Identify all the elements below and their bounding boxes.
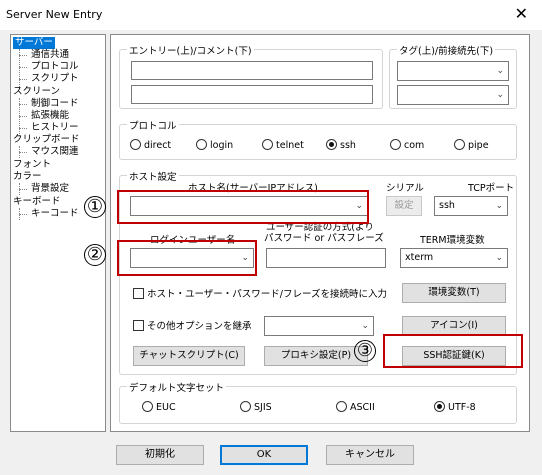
- protocol-com-radio[interactable]: com: [390, 139, 424, 151]
- protocol-telnet-radio[interactable]: telnet: [262, 139, 304, 151]
- settings-tree[interactable]: サーバー 通信共通 プロトコル スクリプト スクリーン 制御コード 拡張機能 ヒ…: [10, 34, 106, 432]
- annotation-three: ③: [354, 340, 376, 362]
- tag-group-label: タグ(上)/前接続先(下): [397, 43, 496, 57]
- protocol-login-radio[interactable]: login: [196, 139, 233, 151]
- window-title: Server New Entry: [6, 8, 103, 21]
- tree-item-control-code[interactable]: 制御コード: [31, 98, 79, 110]
- tree-item-protocol[interactable]: プロトコル: [31, 61, 79, 73]
- tree-item-common[interactable]: 通信共通: [31, 49, 69, 61]
- radio-selected-icon: [434, 401, 445, 412]
- checkbox-icon: [133, 320, 144, 331]
- charset-euc-label: EUC: [156, 402, 176, 413]
- entry-group-label: エントリー(上)/コメント(下): [127, 43, 254, 57]
- chevron-down-icon: ⌄: [496, 90, 504, 100]
- protocol-ssh-radio[interactable]: ssh: [326, 139, 356, 151]
- dialog-window: Server New Entry ✕ サーバー 通信共通 プロトコル スクリプト…: [0, 0, 542, 475]
- tcp-port-label: TCPポート: [468, 183, 515, 194]
- tag-combo[interactable]: ⌄: [397, 61, 509, 81]
- radio-icon: [454, 139, 465, 150]
- cancel-button[interactable]: キャンセル: [326, 445, 414, 465]
- term-env-combo[interactable]: xterm ⌄: [400, 248, 508, 268]
- chevron-down-icon: ⌄: [495, 201, 503, 211]
- radio-icon: [262, 139, 273, 150]
- inherit-options-checkbox[interactable]: その他オプションを継承: [133, 318, 252, 332]
- checkbox-icon: [133, 288, 144, 299]
- protocol-direct-radio[interactable]: direct: [130, 139, 171, 151]
- tree-item-extension[interactable]: 拡張機能: [31, 110, 69, 122]
- auth-label-line2: パスワード or パスフレーズ: [264, 233, 384, 244]
- prev-host-combo[interactable]: ⌄: [397, 85, 509, 105]
- input-on-connect-checkbox[interactable]: ホスト・ユーザー・パスワード/フレーズを接続時に入力: [133, 286, 387, 300]
- charset-euc-radio[interactable]: EUC: [142, 401, 176, 413]
- charset-sjis-label: SJIS: [254, 402, 272, 413]
- tree-item-mouse[interactable]: マウス関連: [31, 146, 79, 158]
- highlight-ssh-key: [383, 334, 523, 368]
- server-settings-panel: エントリー(上)/コメント(下) タグ(上)/前接続先(下) ⌄ ⌄ プロトコル…: [110, 34, 530, 432]
- protocol-pipe-label: pipe: [468, 140, 489, 151]
- tree-item-screen[interactable]: スクリーン: [13, 86, 60, 98]
- title-bar: Server New Entry ✕: [0, 0, 542, 30]
- serial-settings-button[interactable]: 設定: [386, 196, 422, 216]
- tree-item-history[interactable]: ヒストリー: [31, 122, 79, 134]
- annotation-one: ①: [84, 196, 106, 218]
- reset-button[interactable]: 初期化: [116, 445, 204, 465]
- term-env-value: xterm: [405, 252, 434, 263]
- host-group-label: ホスト設定: [127, 169, 179, 183]
- chevron-down-icon: ⌄: [361, 321, 369, 331]
- charset-utf8-radio[interactable]: UTF-8: [434, 401, 476, 413]
- term-env-label: TERM環境変数: [420, 235, 485, 246]
- serial-label: シリアル: [386, 183, 424, 194]
- tree-item-font[interactable]: フォント: [13, 159, 51, 171]
- tree-item-server[interactable]: サーバー: [13, 37, 55, 49]
- proxy-settings-button[interactable]: プロキシ設定(P): [264, 346, 368, 366]
- charset-utf8-label: UTF-8: [448, 402, 476, 413]
- protocol-pipe-radio[interactable]: pipe: [454, 139, 489, 151]
- charset-ascii-label: ASCII: [350, 402, 375, 413]
- radio-icon: [336, 401, 347, 412]
- charset-sjis-radio[interactable]: SJIS: [240, 401, 272, 413]
- comment-input[interactable]: [131, 85, 373, 104]
- protocol-telnet-label: telnet: [276, 140, 304, 151]
- annotation-two: ②: [84, 244, 106, 266]
- charset-group: デフォルト文字セット EUC SJIS ASCII UTF-8: [119, 380, 517, 424]
- radio-icon: [196, 139, 207, 150]
- protocol-login-label: login: [210, 140, 234, 151]
- charset-ascii-radio[interactable]: ASCII: [336, 401, 375, 413]
- chat-script-button[interactable]: チャットスクリプト(C): [133, 346, 245, 366]
- highlight-login-user: [117, 240, 257, 276]
- env-vars-button[interactable]: 環境変数(T): [402, 283, 506, 303]
- radio-icon: [390, 139, 401, 150]
- inherit-options-label: その他オプションを継承: [147, 321, 252, 332]
- tree-item-clipboard[interactable]: クリップボード: [13, 134, 80, 146]
- radio-selected-icon: [326, 139, 337, 150]
- tree-item-keyboard[interactable]: キーボード: [13, 196, 61, 208]
- radio-icon: [130, 139, 141, 150]
- icon-button[interactable]: アイコン(I): [402, 316, 506, 336]
- protocol-group: プロトコル direct login telnet ssh com pipe: [119, 118, 517, 160]
- protocol-com-label: com: [404, 140, 425, 151]
- tcp-port-combo[interactable]: ssh ⌄: [434, 196, 508, 216]
- tag-group: タグ(上)/前接続先(下) ⌄ ⌄: [389, 43, 517, 109]
- tree-item-color[interactable]: カラー: [13, 171, 42, 183]
- ok-button[interactable]: OK: [220, 445, 308, 465]
- input-on-connect-label: ホスト・ユーザー・パスワード/フレーズを接続時に入力: [147, 289, 388, 300]
- inherit-options-combo[interactable]: ⌄: [264, 316, 374, 336]
- tree-item-keycode[interactable]: キーコード: [31, 208, 79, 220]
- tree-item-background[interactable]: 背景設定: [31, 183, 69, 195]
- auth-input[interactable]: [266, 248, 386, 268]
- protocol-group-label: プロトコル: [127, 118, 179, 132]
- charset-group-label: デフォルト文字セット: [127, 380, 227, 394]
- entry-group: エントリー(上)/コメント(下): [119, 43, 383, 109]
- entry-input[interactable]: [131, 61, 373, 80]
- radio-icon: [240, 401, 251, 412]
- close-icon[interactable]: ✕: [515, 4, 528, 24]
- tree-item-script[interactable]: スクリプト: [31, 73, 79, 85]
- protocol-ssh-label: ssh: [340, 140, 356, 151]
- radio-icon: [142, 401, 153, 412]
- highlight-host-name: [117, 190, 369, 224]
- protocol-direct-label: direct: [144, 140, 172, 151]
- chevron-down-icon: ⌄: [496, 66, 504, 76]
- chevron-down-icon: ⌄: [495, 253, 503, 263]
- tcp-port-value: ssh: [439, 200, 455, 211]
